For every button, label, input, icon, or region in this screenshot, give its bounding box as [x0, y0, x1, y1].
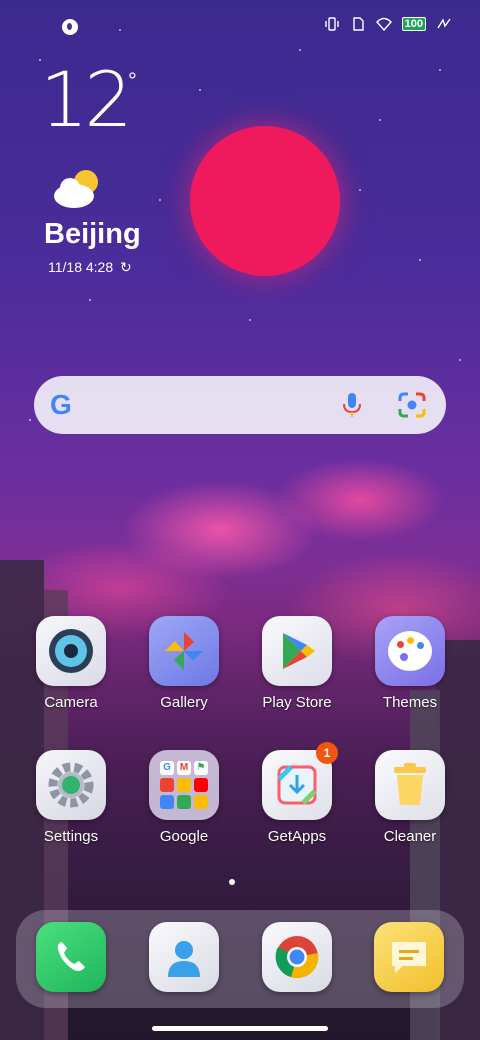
- app-label: Themes: [382, 694, 438, 711]
- app-label: Google: [159, 828, 209, 845]
- app-google-folder[interactable]: G M ⚑ Google: [134, 750, 234, 845]
- lens-icon[interactable]: [398, 392, 426, 418]
- dock: [16, 910, 464, 1008]
- temperature: 12: [40, 55, 133, 144]
- settings-icon: [36, 750, 106, 820]
- play-store-icon: [262, 616, 332, 686]
- notification-badge: 1: [316, 742, 338, 764]
- getapps-icon: 1: [262, 742, 338, 820]
- vibrate-icon: [324, 17, 339, 31]
- weather-date-time: 11/18 4:28 ↻: [48, 259, 132, 276]
- degree-symbol: °: [128, 68, 137, 93]
- weather-city: Beijing: [44, 218, 141, 250]
- wallpaper-sun: [190, 126, 340, 276]
- app-label: Play Store: [262, 694, 332, 711]
- app-label: GetApps: [267, 828, 327, 845]
- camera-icon: [36, 616, 106, 686]
- app-label: Camera: [44, 694, 98, 711]
- app-play-store[interactable]: Play Store: [247, 616, 347, 711]
- page-indicator: [229, 879, 235, 885]
- wifi-icon: [375, 17, 392, 32]
- app-themes[interactable]: Themes: [360, 616, 460, 711]
- app-notification-icon: [62, 19, 78, 35]
- messages-icon[interactable]: [374, 922, 444, 992]
- date-time-text: 11/18 4:28: [48, 259, 114, 275]
- themes-icon: [375, 616, 445, 686]
- home-indicator[interactable]: [152, 1026, 328, 1031]
- charging-icon: [437, 18, 451, 29]
- app-label: Cleaner: [383, 828, 437, 845]
- status-bar: 100: [0, 0, 480, 54]
- app-label: Gallery: [160, 694, 208, 711]
- mic-icon[interactable]: [340, 391, 364, 419]
- app-camera[interactable]: Camera: [21, 616, 121, 711]
- google-search-bar[interactable]: G: [34, 376, 446, 434]
- battery-icon: 100: [401, 17, 426, 31]
- app-label: Settings: [43, 828, 99, 845]
- gallery-icon: [149, 616, 219, 686]
- weather-widget[interactable]: 12 ° Beijing 11/18 4:28 ↻: [40, 55, 200, 276]
- partly-cloudy-icon: [54, 170, 98, 208]
- app-gallery[interactable]: Gallery: [134, 616, 234, 711]
- refresh-icon[interactable]: ↻: [120, 259, 132, 275]
- google-folder-icon: G M ⚑: [149, 750, 219, 820]
- app-getapps[interactable]: 1 GetApps: [247, 742, 347, 845]
- app-settings[interactable]: Settings: [21, 750, 121, 845]
- phone-icon[interactable]: [36, 922, 106, 992]
- sim-icon: [352, 17, 364, 31]
- contacts-icon[interactable]: [149, 922, 219, 992]
- app-cleaner[interactable]: Cleaner: [360, 750, 460, 845]
- chrome-icon[interactable]: [262, 922, 332, 992]
- cleaner-icon: [375, 750, 445, 820]
- google-logo-icon: G: [50, 389, 72, 420]
